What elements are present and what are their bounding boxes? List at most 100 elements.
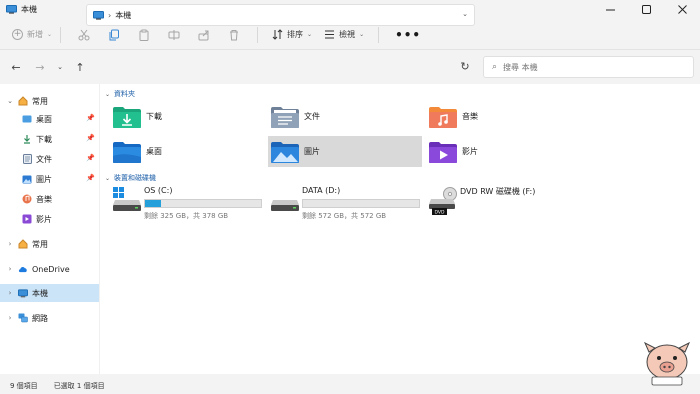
chevron-right-icon[interactable]: ›	[6, 314, 14, 322]
drive-usage-bar	[144, 199, 262, 208]
music-folder-icon	[429, 106, 457, 128]
network-icon	[18, 313, 28, 323]
sidebar-item-videos[interactable]: 影片	[0, 210, 100, 228]
chevron-down-icon: ⌄	[57, 63, 63, 71]
status-bar: 9 個項目 已選取 1 個項目	[0, 378, 700, 394]
breadcrumb-separator-icon: ›	[108, 10, 112, 20]
item-count: 9 個項目	[10, 382, 38, 390]
navigation-pane: ⌄ 常用 桌面 📌 下載 📌 文件 📌 圖片 📌 音樂 影片 › 常用 › On…	[0, 84, 100, 374]
copy-button[interactable]	[99, 24, 129, 46]
chevron-right-icon[interactable]: ›	[6, 240, 14, 248]
sidebar-item-thispc[interactable]: › 本機	[0, 284, 100, 302]
new-label: 新增	[27, 30, 43, 39]
cloud-icon	[18, 264, 28, 274]
arrow-left-icon: ←	[11, 60, 21, 74]
drive-tile-d[interactable]: DATA (D:) 剩餘 572 GB，共 572 GB	[270, 186, 420, 226]
view-icon	[325, 30, 335, 39]
chevron-down-icon: ⌄	[47, 31, 53, 38]
home-icon	[18, 239, 28, 249]
selection-count: 已選取 1 個項目	[53, 382, 105, 390]
sidebar-item-pictures[interactable]: 圖片 📌	[0, 170, 100, 188]
toolbar-divider	[257, 26, 259, 43]
computer-icon	[93, 10, 104, 20]
cut-button[interactable]	[69, 24, 99, 46]
pin-icon: 📌	[86, 134, 95, 142]
sidebar-item-network[interactable]: › 網路	[0, 309, 100, 327]
chevron-down-icon: ⌄	[105, 90, 111, 98]
sidebar-item-desktop[interactable]: 桌面 📌	[0, 110, 100, 128]
trash-icon	[230, 29, 239, 40]
sidebar-item-home[interactable]: ⌄ 常用	[0, 92, 100, 110]
folders-section-header[interactable]: ⌄ 資料夾	[105, 89, 135, 99]
search-icon: ⌕	[492, 62, 498, 72]
folder-tile-pictures[interactable]: 圖片	[268, 136, 422, 167]
videos-folder-icon	[429, 141, 457, 163]
forward-button[interactable]: →	[30, 57, 50, 77]
chevron-right-icon[interactable]: ›	[6, 265, 14, 273]
view-dropdown[interactable]: 檢視 ⌄	[318, 24, 370, 46]
share-icon	[198, 30, 209, 40]
chevron-right-icon[interactable]: ›	[6, 289, 14, 297]
computer-icon	[6, 5, 17, 14]
back-button[interactable]: ←	[6, 57, 26, 77]
address-bar[interactable]: › 本機 ⌄	[86, 4, 475, 26]
folder-tile-downloads[interactable]: 下載	[112, 101, 264, 132]
up-button[interactable]: ↑	[70, 57, 90, 77]
drives-section-header[interactable]: ⌄ 裝置和磁碟機	[105, 173, 156, 183]
content-pane: ⌄ 資料夾 下載 文件 音樂 桌面 圖片 影片 ⌄ 裝置和磁碟機 OS (C:)…	[100, 84, 700, 374]
arrow-up-icon: ↑	[75, 60, 85, 74]
chevron-down-icon: ⌄	[105, 174, 111, 182]
rename-icon	[168, 29, 180, 40]
folder-tile-videos[interactable]: 影片	[428, 136, 580, 167]
document-folder-icon	[271, 106, 299, 128]
chevron-down-icon[interactable]: ⌄	[6, 97, 14, 105]
paste-icon	[139, 29, 149, 41]
refresh-icon: ↻	[460, 59, 470, 73]
toolbar-divider	[378, 26, 380, 43]
close-icon	[677, 5, 687, 14]
chevron-down-icon: ⌄	[307, 31, 313, 38]
folder-tile-desktop[interactable]: 桌面	[112, 136, 264, 167]
sidebar-item-downloads[interactable]: 下載 📌	[0, 130, 100, 148]
chevron-down-icon: ⌄	[359, 31, 365, 38]
toolbar-divider	[60, 26, 62, 43]
new-button[interactable]: + 新增 ⌄	[12, 29, 52, 40]
home-icon	[18, 96, 28, 106]
sidebar-item-music[interactable]: 音樂	[0, 190, 100, 208]
videos-icon	[22, 214, 32, 224]
more-options-button[interactable]: •••	[395, 28, 421, 42]
drive-usage-fill	[145, 200, 162, 207]
paste-button[interactable]	[129, 24, 159, 46]
arrow-right-icon: →	[35, 60, 45, 74]
cut-icon	[78, 29, 90, 40]
close-button[interactable]	[664, 0, 700, 19]
sort-dropdown[interactable]: 排序 ⌄	[266, 24, 318, 46]
sidebar-item-favorites[interactable]: › 常用	[0, 235, 100, 253]
dvd-drive-icon: DVD	[429, 187, 457, 216]
folder-tile-music[interactable]: 音樂	[428, 101, 580, 132]
drive-tile-c[interactable]: OS (C:) 剩餘 325 GB，共 378 GB	[112, 186, 262, 226]
delete-button[interactable]	[219, 24, 249, 46]
sidebar-item-documents[interactable]: 文件 📌	[0, 150, 100, 168]
minimize-button[interactable]	[592, 0, 628, 19]
document-icon	[22, 154, 32, 164]
pin-icon: 📌	[86, 154, 95, 162]
search-box[interactable]: ⌕	[483, 56, 694, 78]
sort-label: 排序	[287, 30, 304, 39]
sidebar-item-onedrive[interactable]: › OneDrive	[0, 260, 100, 278]
breadcrumb-item-thispc[interactable]: 本機	[115, 10, 131, 21]
plus-icon: +	[12, 29, 23, 40]
maximize-button[interactable]	[628, 0, 664, 19]
rename-button[interactable]	[159, 24, 189, 46]
share-button[interactable]	[189, 24, 219, 46]
search-input[interactable]	[503, 62, 674, 72]
music-icon	[22, 194, 32, 204]
pin-icon: 📌	[86, 174, 95, 182]
chevron-down-icon[interactable]: ⌄	[462, 10, 468, 18]
pictures-icon	[22, 174, 32, 184]
refresh-button[interactable]: ↻	[456, 56, 474, 76]
folder-tile-documents[interactable]: 文件	[270, 101, 422, 132]
drive-tile-dvd[interactable]: DVD DVD RW 磁碟機 (F:)	[428, 186, 588, 226]
recent-locations-button[interactable]: ⌄	[50, 57, 70, 77]
pin-icon: 📌	[86, 114, 95, 122]
